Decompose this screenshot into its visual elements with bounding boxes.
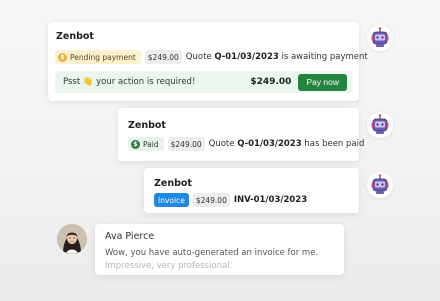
amount-chip: $249.00 bbox=[192, 193, 230, 207]
message-text: Quote Q-01/03/2023 is awaiting payment bbox=[186, 52, 368, 62]
action-bar: Psst 👋 your action is required! $249.00 … bbox=[55, 71, 352, 93]
user-avatar bbox=[57, 224, 87, 254]
message-card-paid: Zenbot $ Paid $249.00 Quote Q-01/03/2023… bbox=[118, 108, 364, 161]
action-text: Psst 👋 your action is required! bbox=[63, 77, 196, 87]
message-card-user: Ava Pierce Wow, you have auto-generated … bbox=[95, 224, 344, 275]
text-suffix: has been paid bbox=[304, 139, 365, 149]
message-text: Quote Q-01/03/2023 has been paid bbox=[209, 139, 365, 149]
bot-avatar bbox=[367, 112, 393, 138]
quote-reference[interactable]: Q-01/03/2023 bbox=[214, 52, 278, 62]
message-content: Invoice $249.00 INV-01/03/2023 bbox=[154, 193, 307, 207]
robot-icon bbox=[371, 114, 389, 134]
text-suffix: is awaiting payment bbox=[281, 52, 368, 62]
dollar-icon: $ bbox=[131, 139, 140, 149]
message-line-faded: Impressive, very professional. bbox=[105, 261, 233, 271]
invoice-badge: Invoice bbox=[154, 193, 189, 207]
robot-icon bbox=[371, 174, 389, 194]
quote-reference[interactable]: Q-01/03/2023 bbox=[237, 139, 301, 149]
message-content: $ Pending payment $249.00 Quote Q-01/03/… bbox=[55, 50, 368, 64]
sender-name: Ava Pierce bbox=[105, 231, 155, 242]
user-photo bbox=[57, 224, 87, 254]
bot-avatar bbox=[367, 25, 393, 51]
action-amount: $249.00 bbox=[250, 77, 292, 87]
message-line: Wow, you have auto-generated an invoice … bbox=[105, 248, 319, 258]
robot-icon bbox=[371, 27, 389, 47]
amount-chip: $249.00 bbox=[167, 137, 205, 151]
text-prefix: Quote bbox=[185, 52, 212, 62]
status-badge-pending: $ Pending payment bbox=[55, 50, 141, 64]
invoice-reference[interactable]: INV-01/03/2023 bbox=[234, 195, 307, 205]
sender-name: Zenbot bbox=[128, 120, 166, 131]
message-card-invoice: Zenbot Invoice $249.00 INV-01/03/2023 bbox=[144, 168, 359, 213]
amount-chip: $249.00 bbox=[144, 50, 182, 64]
status-badge-paid: $ Paid bbox=[128, 137, 164, 151]
status-badge-label: Pending payment bbox=[70, 52, 136, 62]
text-prefix: Quote bbox=[208, 139, 235, 149]
sender-name: Zenbot bbox=[154, 178, 192, 189]
message-card-pending: Zenbot $ Pending payment $249.00 Quote Q… bbox=[48, 22, 368, 101]
pay-now-button[interactable]: Pay now bbox=[298, 73, 347, 91]
bot-avatar bbox=[367, 172, 393, 198]
dollar-icon: $ bbox=[58, 52, 67, 62]
status-badge-label: Paid bbox=[143, 139, 159, 149]
message-text: INV-01/03/2023 bbox=[234, 195, 307, 205]
sender-name: Zenbot bbox=[56, 31, 94, 42]
message-content: $ Paid $249.00 Quote Q-01/03/2023 has be… bbox=[128, 137, 364, 151]
